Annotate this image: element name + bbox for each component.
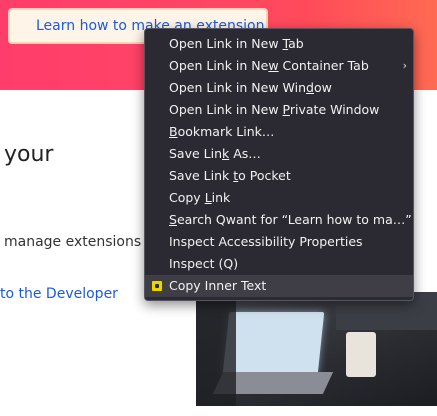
menu-inspect[interactable]: Inspect (Q) — [145, 253, 413, 275]
menu-save-to-pocket[interactable]: Save Link to Pocket — [145, 165, 413, 187]
menu-copy-link[interactable]: Copy Link — [145, 187, 413, 209]
menu-search-qwant[interactable]: Search Qwant for “Learn how to ma…” — [145, 209, 413, 231]
menu-open-private-window[interactable]: Open Link in New Private Window — [145, 99, 413, 121]
context-menu: Open Link in New Tab Open Link in New Co… — [144, 28, 414, 301]
developer-link[interactable]: to the Developer — [0, 286, 118, 302]
menu-inspect-accessibility[interactable]: Inspect Accessibility Properties — [145, 231, 413, 253]
menu-open-new-tab[interactable]: Open Link in New Tab — [145, 33, 413, 55]
menu-bookmark-link[interactable]: Bookmark Link… — [145, 121, 413, 143]
workspace-photo — [196, 292, 437, 406]
menu-copy-inner-text[interactable]: Copy Inner Text — [145, 275, 413, 297]
menu-open-new-window[interactable]: Open Link in New Window — [145, 77, 413, 99]
menu-open-new-container-tab[interactable]: Open Link in New Container Tab › — [145, 55, 413, 77]
extension-icon — [151, 280, 163, 292]
menu-save-link-as[interactable]: Save Link As… — [145, 143, 413, 165]
paragraph-text: manage extensions — [4, 234, 142, 250]
section-heading: your — [4, 142, 54, 167]
submenu-arrow-icon: › — [402, 59, 407, 72]
